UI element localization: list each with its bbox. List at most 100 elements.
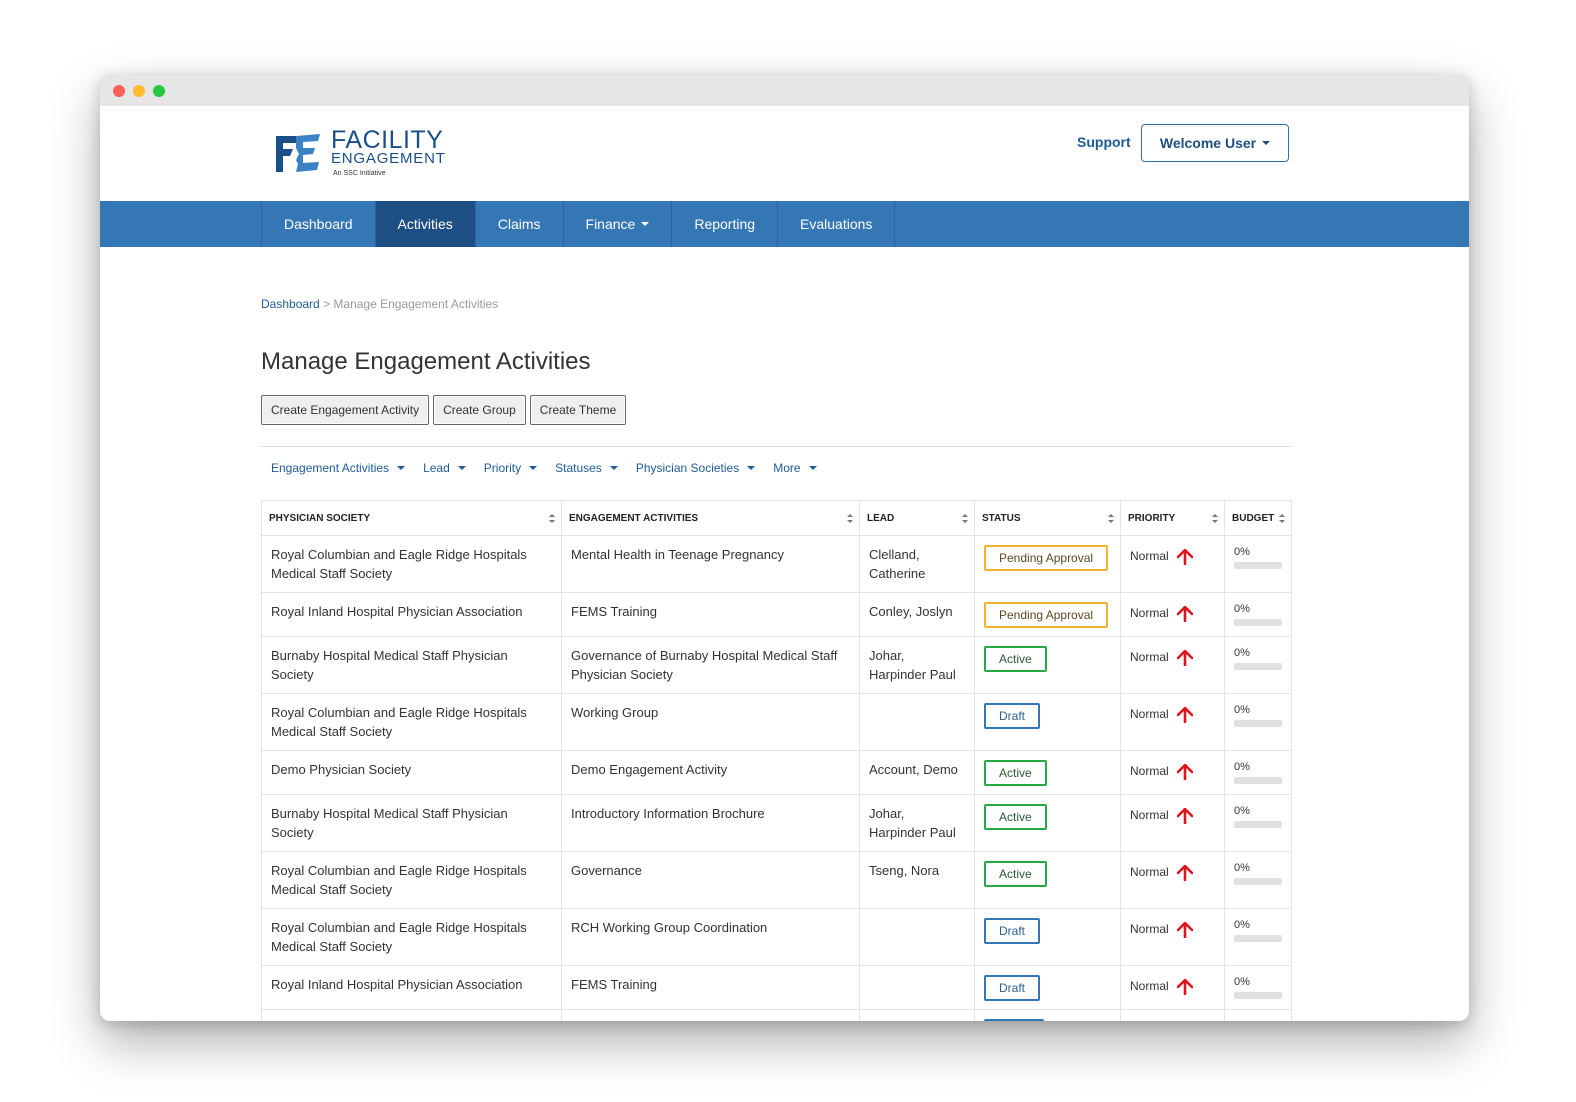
column-header-budget[interactable]: BUDGET [1224, 500, 1292, 536]
table-row[interactable]: Demo Physician Society Demo Engagement A… [261, 750, 1292, 795]
table-row-partial[interactable] [261, 1009, 1292, 1021]
cell-priority: Normal [1120, 636, 1225, 694]
cell-activity[interactable]: Introductory Information Brochure [561, 794, 860, 852]
cell-budget: 0% [1224, 592, 1292, 637]
minimize-window-button[interactable] [133, 85, 145, 97]
sort-icon[interactable] [847, 514, 853, 523]
priority-label: Normal [1130, 549, 1169, 563]
cell-status: Active [974, 636, 1121, 694]
cell-activity[interactable]: RCH Working Group Coordination [561, 908, 860, 966]
status-badge: Active [984, 804, 1047, 830]
nav-activities[interactable]: Activities [375, 201, 476, 247]
create-group-button[interactable]: Create Group [433, 395, 526, 425]
browser-window: FACILITY ENGAGEMENT An SSC Initiative Su… [100, 74, 1469, 1021]
budget-progress-bar [1234, 935, 1282, 942]
cell-priority: Normal [1120, 794, 1225, 852]
sort-icon[interactable] [1279, 514, 1285, 523]
budget-value: 0% [1234, 761, 1250, 773]
user-menu-label: Welcome User [1159, 135, 1257, 151]
breadcrumb-current: Manage Engagement Activities [333, 297, 499, 311]
filter-physician-societies[interactable]: Physician Societies [636, 461, 756, 475]
column-header-priority[interactable]: PRIORITY [1120, 500, 1225, 536]
filter-statuses[interactable]: Statuses [555, 461, 618, 475]
priority-label: Normal [1130, 922, 1169, 936]
status-badge: Draft [984, 975, 1041, 1001]
table-row[interactable]: Royal Columbian and Eagle Ridge Hospital… [261, 693, 1292, 751]
sort-icon[interactable] [1108, 514, 1114, 523]
cell-society: Demo Physician Society [261, 750, 562, 795]
breadcrumb-dashboard-link[interactable]: Dashboard [261, 297, 320, 311]
nav-evaluations[interactable]: Evaluations [778, 201, 896, 247]
table-row[interactable]: Royal Inland Hospital Physician Associat… [261, 965, 1292, 1010]
filter-more-label: More [773, 461, 801, 475]
cell-budget: 0% [1224, 750, 1292, 795]
status-badge: Active [984, 861, 1047, 887]
sort-icon[interactable] [549, 514, 555, 523]
maximize-window-button[interactable] [153, 85, 165, 97]
filter-priority[interactable]: Priority [484, 461, 538, 475]
column-header-society[interactable]: PHYSICIAN SOCIETY [261, 500, 562, 536]
filter-more[interactable]: More [773, 461, 817, 475]
cell-activity[interactable]: Governance of Burnaby Hospital Medical S… [561, 636, 860, 694]
filter-engagement-activities[interactable]: Engagement Activities [271, 461, 406, 475]
user-menu-button[interactable]: Welcome User [1141, 124, 1289, 162]
cell-activity[interactable]: Demo Engagement Activity [561, 750, 860, 795]
facility-engagement-logo[interactable]: FACILITY ENGAGEMENT An SSC Initiative [274, 126, 454, 184]
cell-lead [859, 693, 975, 751]
cell-status: Draft [974, 693, 1121, 751]
divider [261, 446, 1291, 447]
activities-table: PHYSICIAN SOCIETY ENGAGEMENT ACTIVITIES … [261, 500, 1292, 1021]
column-header-status[interactable]: STATUS [974, 500, 1121, 536]
breadcrumb-separator: > [319, 297, 334, 311]
filter-lead[interactable]: Lead [423, 461, 466, 475]
cell-activity[interactable]: FEMS Training [561, 965, 860, 1010]
cell-priority: Normal [1120, 693, 1225, 751]
create-theme-button[interactable]: Create Theme [529, 395, 627, 425]
cell-activity[interactable]: Governance [561, 851, 860, 909]
cell-status: Active [974, 750, 1121, 795]
nav-dashboard[interactable]: Dashboard [262, 201, 376, 247]
close-window-button[interactable] [113, 85, 125, 97]
cell-activity[interactable]: FEMS Training [561, 592, 860, 637]
table-row[interactable]: Burnaby Hospital Medical Staff Physician… [261, 794, 1292, 852]
table-row[interactable]: Royal Inland Hospital Physician Associat… [261, 592, 1292, 637]
table-row[interactable]: Burnaby Hospital Medical Staff Physician… [261, 636, 1292, 694]
table-row[interactable]: Royal Columbian and Eagle Ridge Hospital… [261, 908, 1292, 966]
column-header-activity[interactable]: ENGAGEMENT ACTIVITIES [561, 500, 860, 536]
column-header-status-label: STATUS [982, 512, 1021, 524]
cell-status: Draft [974, 908, 1121, 966]
sort-icon[interactable] [962, 514, 968, 523]
brand-tagline: An SSC Initiative [333, 170, 386, 177]
status-badge: Draft [984, 918, 1041, 944]
table-row[interactable]: Royal Columbian and Eagle Ridge Hospital… [261, 535, 1292, 593]
arrow-up-icon [1176, 807, 1193, 824]
table-row[interactable]: Royal Columbian and Eagle Ridge Hospital… [261, 851, 1292, 909]
arrow-up-icon [1176, 706, 1193, 723]
budget-value: 0% [1234, 704, 1250, 716]
budget-progress-bar [1234, 619, 1282, 626]
cell-lead [859, 908, 975, 966]
cell-budget: 0% [1224, 636, 1292, 694]
cell-activity[interactable]: Mental Health in Teenage Pregnancy [561, 535, 860, 593]
sort-icon[interactable] [1212, 514, 1218, 523]
status-badge: Pending Approval [984, 545, 1109, 571]
column-header-lead[interactable]: LEAD [859, 500, 975, 536]
cell-budget: 0% [1224, 794, 1292, 852]
nav-reporting[interactable]: Reporting [672, 201, 779, 247]
create-engagement-activity-button[interactable]: Create Engagement Activity [261, 395, 430, 425]
cell-status [974, 1009, 1121, 1021]
cell-activity[interactable]: Working Group [561, 693, 860, 751]
cell-society: Royal Columbian and Eagle Ridge Hospital… [261, 693, 562, 751]
cell-activity [561, 1009, 860, 1021]
caret-down-icon [1262, 141, 1271, 145]
caret-down-icon [747, 466, 756, 470]
main-nav: Dashboard Activities Claims Finance Repo… [100, 201, 1469, 247]
nav-claims[interactable]: Claims [476, 201, 564, 247]
arrow-up-icon [1176, 978, 1193, 995]
budget-value: 0% [1234, 805, 1250, 817]
priority-label: Normal [1130, 979, 1169, 993]
support-link[interactable]: Support [1077, 134, 1131, 150]
cell-priority [1120, 1009, 1225, 1021]
nav-finance[interactable]: Finance [564, 201, 673, 247]
cell-priority: Normal [1120, 592, 1225, 637]
